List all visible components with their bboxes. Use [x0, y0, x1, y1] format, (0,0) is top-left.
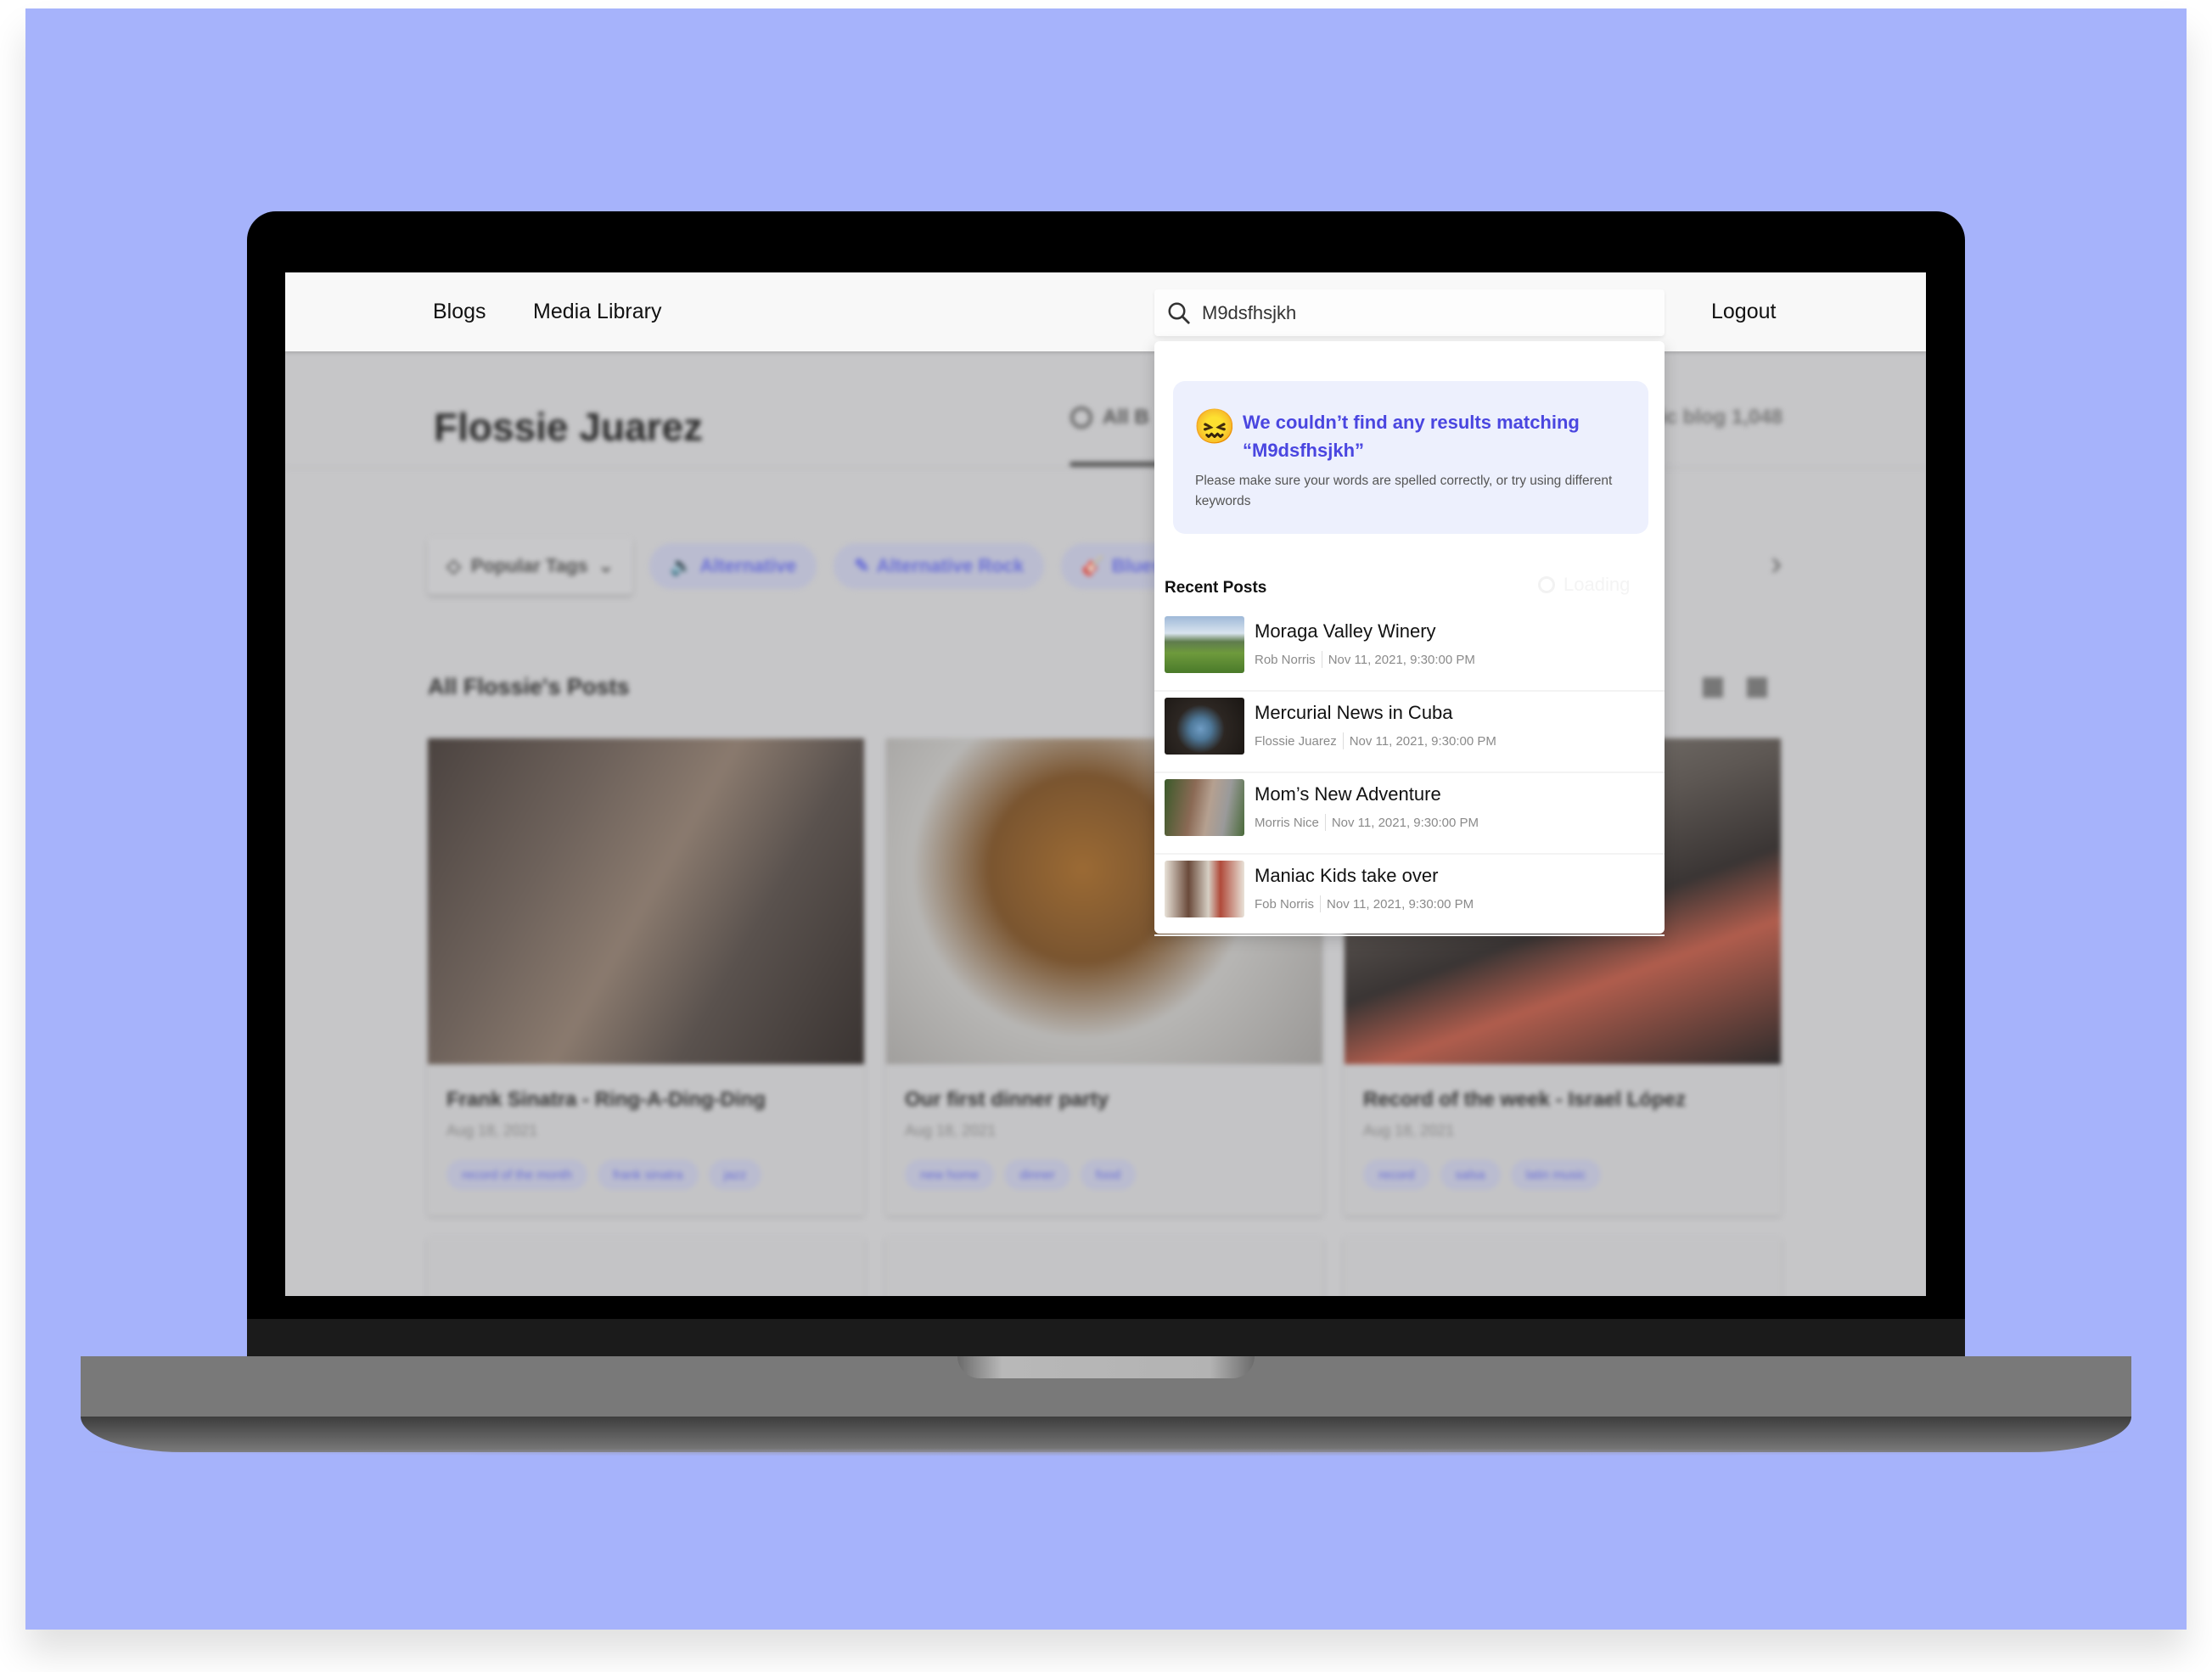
- post-card[interactable]: [428, 1237, 864, 1296]
- post-date: Aug 18, 2021: [1363, 1122, 1455, 1139]
- meta-divider: [1324, 814, 1326, 831]
- no-results-hint: Please make sure your words are spelled …: [1195, 474, 1613, 508]
- header-divider: [285, 467, 1926, 468]
- pencil-icon: ✎: [854, 555, 870, 576]
- tag-chip[interactable]: ✎ Alternative Rock: [834, 543, 1045, 589]
- spinner-icon: [1538, 576, 1555, 593]
- post-thumbnail: [1165, 779, 1244, 836]
- list-view-icon[interactable]: [1747, 677, 1767, 698]
- tag-icon: ◇: [446, 555, 461, 576]
- laptop-base-bottom: [81, 1417, 2131, 1452]
- post-date: Aug 18, 2021: [905, 1122, 997, 1139]
- tab-all-label: All B: [1103, 406, 1149, 429]
- post-tag[interactable]: record of the month: [446, 1159, 588, 1190]
- no-results-title: We couldn’t find any results matching “M…: [1243, 412, 1580, 461]
- laptop-hinge: [247, 1319, 1965, 1356]
- tab-all-blogs[interactable]: All B: [1070, 406, 1149, 429]
- popular-tags-dropdown[interactable]: ◇ Popular Tags ⌄: [428, 538, 633, 594]
- recent-posts-label: Recent Posts: [1165, 579, 1267, 597]
- screen: Flossie Juarez All B ic blog 1,048 ◇ Pop…: [285, 272, 1926, 1296]
- post-tag[interactable]: latin music: [1510, 1159, 1602, 1190]
- laptop-shadow: [59, 1448, 2153, 1456]
- tag-chip[interactable]: 🔈 Alternative: [649, 543, 817, 589]
- recent-post-author: Morris Nice: [1255, 815, 1319, 830]
- recent-post-title: Mercurial News in Cuba: [1255, 702, 1453, 723]
- search-results-dropdown: 😖 We couldn’t find any results matching …: [1154, 341, 1665, 936]
- post-title: Frank Sinatra - Ring-A-Ding-Ding: [446, 1088, 766, 1111]
- meta-divider: [1320, 895, 1322, 912]
- navbar: Blogs Media Library Logout: [285, 272, 1926, 351]
- tag-chip-label: Alternative Rock: [876, 555, 1025, 576]
- blog-icon: [1070, 407, 1092, 429]
- post-title: Record of the week - Israel López: [1363, 1088, 1687, 1111]
- recent-post-date: Nov 11, 2021, 9:30:00 PM: [1328, 652, 1475, 667]
- no-results-panel: 😖 We couldn’t find any results matching …: [1173, 381, 1648, 534]
- post-tag[interactable]: dinner: [1004, 1159, 1070, 1190]
- recent-post-author: Rob Norris: [1255, 652, 1316, 667]
- post-tag[interactable]: record: [1363, 1159, 1430, 1190]
- post-thumbnail: [1165, 616, 1244, 673]
- recent-posts-list: Moraga Valley Winery Rob Norris Nov 11, 2…: [1154, 610, 1665, 936]
- nav-media-library[interactable]: Media Library: [533, 300, 661, 324]
- tag-row: ◇ Popular Tags ⌄ 🔈 Alternative ✎ Alternati…: [428, 538, 1183, 594]
- post-tag[interactable]: new home: [905, 1159, 995, 1190]
- author-name: Flossie Juarez: [434, 405, 704, 449]
- post-tag[interactable]: salsa: [1440, 1159, 1501, 1190]
- recent-post-item[interactable]: Mercurial News in Cuba Flossie Juarez Nov…: [1154, 692, 1665, 773]
- search-input[interactable]: [1200, 300, 1645, 325]
- chevron-down-icon: ⌄: [598, 555, 615, 576]
- popular-tags-label: Popular Tags: [470, 555, 588, 576]
- recent-post-item[interactable]: Mom’s New Adventure Morris Nice Nov 11, 2…: [1154, 773, 1665, 855]
- recent-post-date: Nov 11, 2021, 9:30:00 PM: [1349, 733, 1496, 749]
- posts-heading: All Flossie's Posts: [428, 674, 630, 699]
- guitar-icon: 🎸: [1081, 555, 1105, 576]
- blurred-page: Flossie Juarez All B ic blog 1,048 ◇ Pop…: [285, 351, 1926, 1296]
- post-card[interactable]: Frank Sinatra - Ring-A-Ding-Ding Aug 18,…: [428, 738, 864, 1215]
- recent-post-author: Flossie Juarez: [1255, 733, 1337, 749]
- recent-post-title: Mom’s New Adventure: [1255, 783, 1441, 805]
- tag-chip-label: Alternative: [699, 555, 797, 576]
- recent-post-title: Moraga Valley Winery: [1255, 620, 1436, 642]
- view-toggle: [1703, 677, 1767, 698]
- search-icon: [1168, 302, 1190, 324]
- chevron-right-icon[interactable]: ›: [1771, 545, 1782, 583]
- loading-label: Loading: [1564, 574, 1631, 595]
- confounded-face-icon: 😖: [1193, 408, 1236, 446]
- loading-indicator: Loading: [1538, 574, 1630, 596]
- post-title: Our first dinner party: [905, 1088, 1109, 1111]
- post-tag[interactable]: frank sinatra: [598, 1159, 699, 1190]
- recent-post-item[interactable]: Maniac Kids take over Fob Norris Nov 11, …: [1154, 855, 1665, 936]
- post-thumbnail: [1165, 861, 1244, 917]
- logout-button[interactable]: Logout: [1711, 300, 1776, 324]
- search-bar: [1154, 289, 1665, 336]
- recent-post-title: Maniac Kids take over: [1255, 865, 1439, 886]
- post-tag[interactable]: food: [1080, 1159, 1137, 1190]
- post-thumbnail: [1165, 698, 1244, 755]
- meta-divider: [1342, 732, 1344, 749]
- laptop-notch: [957, 1356, 1255, 1378]
- post-tag[interactable]: jazz: [708, 1159, 762, 1190]
- recent-post-date: Nov 11, 2021, 9:30:00 PM: [1327, 896, 1474, 912]
- post-date: Aug 18, 2021: [446, 1122, 538, 1139]
- grid-view-icon[interactable]: [1703, 677, 1723, 698]
- post-image: [428, 738, 864, 1064]
- recent-post-date: Nov 11, 2021, 9:30:00 PM: [1331, 815, 1479, 830]
- post-card[interactable]: [886, 1237, 1322, 1296]
- blog-count: ic blog 1,048: [1660, 406, 1783, 429]
- post-card[interactable]: [1345, 1237, 1781, 1296]
- recent-post-item[interactable]: Moraga Valley Winery Rob Norris Nov 11, 2…: [1154, 610, 1665, 692]
- speaker-icon: 🔈: [670, 555, 693, 576]
- recent-post-author: Fob Norris: [1255, 896, 1315, 912]
- nav-blogs[interactable]: Blogs: [433, 300, 486, 324]
